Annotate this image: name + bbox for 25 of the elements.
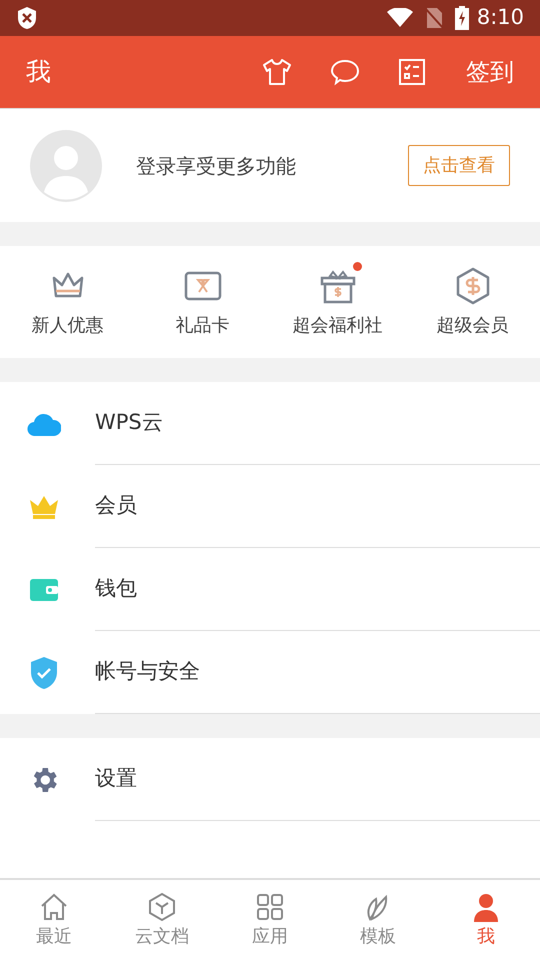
menu-item[interactable]: 会员 <box>0 465 540 548</box>
crown-icon <box>28 494 58 520</box>
shield-check-icon <box>28 656 58 690</box>
nav-tab[interactable]: 我 <box>432 880 540 960</box>
status-time: 8:10 <box>476 4 524 32</box>
avatar-icon <box>30 130 102 202</box>
wifi-icon <box>386 8 413 28</box>
quick-link[interactable]: 新人优惠 <box>0 246 135 358</box>
cube-icon <box>146 890 178 922</box>
quick-link[interactable]: 超会福利社 <box>270 246 405 358</box>
quick-link[interactable]: 礼品卡 <box>135 246 270 358</box>
login-prompt: 登录享受更多功能 <box>136 152 297 180</box>
check-in-button[interactable]: 签到 <box>466 54 514 90</box>
menu-item[interactable]: WPS云 <box>0 382 540 465</box>
menu-item[interactable]: 设置 <box>0 738 540 821</box>
menu-item[interactable]: 钱包 <box>0 548 540 631</box>
page-title: 我 <box>26 56 51 88</box>
no-sim-icon <box>424 7 443 29</box>
wallet-icon <box>28 576 58 602</box>
checklist-icon[interactable] <box>398 58 426 86</box>
shield-x-icon <box>16 6 38 30</box>
message-icon[interactable] <box>330 57 360 87</box>
battery-icon <box>454 6 469 30</box>
shirt-icon[interactable] <box>262 57 292 87</box>
quick-link[interactable]: 超级会员 <box>405 246 540 358</box>
